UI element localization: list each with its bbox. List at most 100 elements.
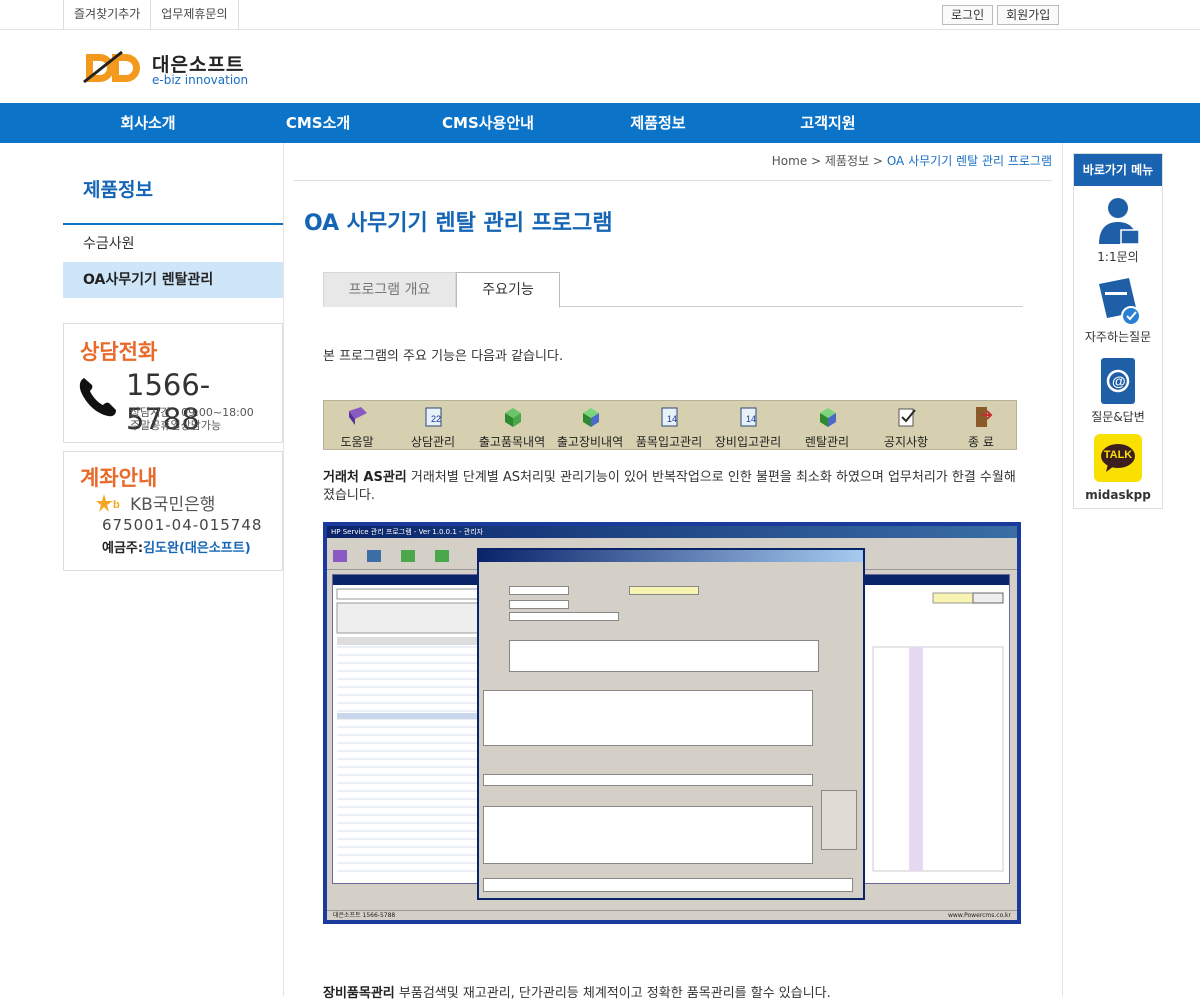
feature-as-desc: 거래처별 단계별 AS처리및 관리기능이 있어 반복작업으로 인한 불편을 최소… [323, 470, 1016, 503]
quick-faq-label: 자주하는질문 [1084, 330, 1152, 344]
kakao-badge-text: TALK [1103, 449, 1133, 461]
email-book-icon: @ [1101, 358, 1135, 404]
dialog-parts-grid [483, 690, 813, 746]
toolbar-consult-label: 상담관리 [410, 435, 456, 449]
dialog-detail-memo [483, 806, 813, 864]
quick-menu-title: 바로가기 메뉴 [1074, 154, 1162, 186]
site-logo[interactable]: 대은소프트 e-biz innovation [82, 48, 282, 90]
nav-item-products[interactable]: 제품정보 [630, 103, 685, 143]
tab-features[interactable]: 주요기능 [456, 272, 560, 308]
dialog-rating-row [483, 878, 853, 892]
phone-icon [79, 378, 116, 417]
dialog-field [509, 586, 569, 595]
toolbar-help: 도움말 [317, 401, 397, 449]
auth-links: 로그인 회원가입 [942, 5, 1060, 25]
tel-box: 상담전화 1566-5788 상담시간 : 09:00~18:00 주말공휴일상… [63, 323, 283, 443]
box-icon [505, 408, 521, 427]
quick-inquiry[interactable]: 1:1문의 [1074, 192, 1162, 266]
toolbar-exit: 종 료 [941, 401, 1021, 449]
screenshot-window: HP Service 관리 프로그램 - Ver 1.0.0.1 - 관리자 대… [327, 526, 1017, 920]
screenshot-titlebar: HP Service 관리 프로그램 - Ver 1.0.0.1 - 관리자 [327, 526, 1017, 538]
page-title: OA 사무기기 렌탈 관리 프로그램 [304, 211, 613, 236]
bookmark-link[interactable]: 즐겨찾기추가 [64, 0, 152, 29]
calendar-icon: 14 [740, 407, 757, 427]
utility-links: 즐겨찾기추가 업무제휴문의 [63, 0, 239, 29]
screenshot-menubar [327, 538, 1017, 548]
calendar-icon: 22 [425, 407, 442, 427]
logo-mark-icon [83, 50, 140, 84]
toolbar-out-items: 출고품목내역 [472, 401, 552, 449]
toolbar-exit-label: 종 료 [968, 435, 994, 449]
breadcrumb-sep: > [811, 154, 822, 168]
toolbar-out-equip: 출고장비내역 [550, 401, 630, 449]
quick-kakao[interactable]: TALK midaskpp [1074, 432, 1162, 506]
dialog-field [629, 586, 699, 595]
breadcrumb-divider [294, 180, 1052, 181]
quick-menu: 바로가기 메뉴 1:1문의 자주하는질문 @ 질문&답변 TALK midask… [1073, 153, 1163, 509]
toolbar-out-items-label: 출고품목내역 [478, 435, 546, 449]
cube-icon [583, 408, 599, 427]
quick-kakao-label: midaskpp [1085, 488, 1151, 502]
dialog-memo [509, 640, 819, 672]
nav-item-cms[interactable]: CMS소개 [286, 103, 350, 143]
nav-item-company[interactable]: 회사소개 [120, 103, 175, 143]
nav-item-cms-guide[interactable]: CMS사용안내 [442, 103, 534, 143]
tab-overview[interactable]: 프로그램 개요 [323, 272, 456, 307]
dialog-side-panel [821, 790, 857, 850]
feature-parts-text: 장비품목관리 부품검색및 재고관리, 단가관리등 체계적이고 정확한 품목관리를… [323, 982, 831, 1001]
quick-qna[interactable]: @ 질문&답변 [1074, 352, 1162, 426]
content-tabs: 프로그램 개요 주요기능 [323, 272, 1023, 308]
feature-as-text: 거래처 AS관리 거래처별 단계별 AS처리및 관리기능이 있어 반복작업으로 … [323, 469, 1023, 505]
owner-name: 김도완(대은소프트) [143, 541, 251, 556]
breadcrumb-products[interactable]: 제품정보 [825, 154, 869, 168]
status-left: 대은소프트 1566-5788 [333, 912, 396, 919]
sidebar-title: 제품정보 [63, 150, 283, 225]
quick-faq[interactable]: 자주하는질문 [1074, 272, 1162, 346]
toolbar-in-equip-label: 장비입고관리 [714, 435, 782, 449]
toolbar-out-equip-label: 출고장비내역 [556, 435, 624, 449]
login-button[interactable]: 로그인 [942, 5, 994, 25]
breadcrumb-sep: > [872, 154, 883, 168]
toolbar-notice-label: 공지사항 [883, 435, 929, 449]
feature-as-title: 거래처 AS관리 [323, 470, 407, 485]
dialog-field [509, 612, 619, 621]
toolbar-rental: 렌탈관리 [787, 401, 867, 449]
tel-title: 상담전화 [80, 340, 158, 364]
main-nav: 회사소개 CMS소개 CMS사용안내 제품정보 고객지원 [0, 103, 1200, 143]
sidebar-item-oa-rental[interactable]: OA사무기기 렌탈관리 [63, 262, 283, 298]
account-owner: 예금주:김도완(대은소프트) [102, 537, 251, 556]
logo-tagline: e-biz innovation [152, 73, 249, 87]
toolbar-consult: 22 상담관리 [393, 401, 473, 449]
status-right: www.Powercms.co.kr [948, 912, 1011, 919]
screenshot-dialog [477, 548, 865, 900]
intro-text: 본 프로그램의 주요 기능은 다음과 같습니다. [323, 349, 564, 364]
toolbar-in-items: 14 품목입고관리 [629, 401, 709, 449]
help-book-icon [349, 407, 367, 425]
svg-text:14: 14 [667, 414, 677, 424]
dialog-field [509, 600, 569, 609]
calendar-icon: 14 [661, 407, 678, 427]
join-button[interactable]: 회원가입 [997, 5, 1060, 25]
sidebar-item-collector[interactable]: 수금사원 [63, 226, 283, 262]
owner-label: 예금주: [102, 541, 144, 556]
notepad-icon [898, 408, 916, 427]
faq-document-icon [1099, 278, 1141, 326]
nav-item-support[interactable]: 고객지원 [800, 103, 855, 143]
toolbar-notice: 공지사항 [866, 401, 946, 449]
breadcrumb-home[interactable]: Home [772, 154, 807, 168]
cube-icon [820, 408, 836, 427]
content-divider-right [1062, 143, 1063, 996]
sidebar-menu: 수금사원 OA사무기기 렌탈관리 [63, 226, 283, 298]
quick-qna-label: 질문&답변 [1091, 410, 1145, 424]
partner-link[interactable]: 업무제휴문의 [151, 0, 239, 29]
program-screenshot: HP Service 관리 프로그램 - Ver 1.0.0.1 - 관리자 대… [323, 522, 1021, 924]
kb-star-icon: b [96, 493, 120, 512]
kakao-talk-icon: TALK [1094, 434, 1142, 482]
sidebar-title-text: 제품정보 [83, 179, 153, 201]
person-icon [1099, 198, 1140, 245]
quick-inquiry-label: 1:1문의 [1097, 250, 1139, 264]
breadcrumb: Home > 제품정보 > OA 사무기기 렌탈 관리 프로그램 [772, 152, 1052, 169]
toolbar-help-label: 도움말 [340, 435, 374, 449]
toolbar-in-items-label: 품목입고관리 [635, 435, 703, 449]
screenshot-statusbar: 대은소프트 1566-5788 www.Powercms.co.kr [327, 910, 1017, 920]
